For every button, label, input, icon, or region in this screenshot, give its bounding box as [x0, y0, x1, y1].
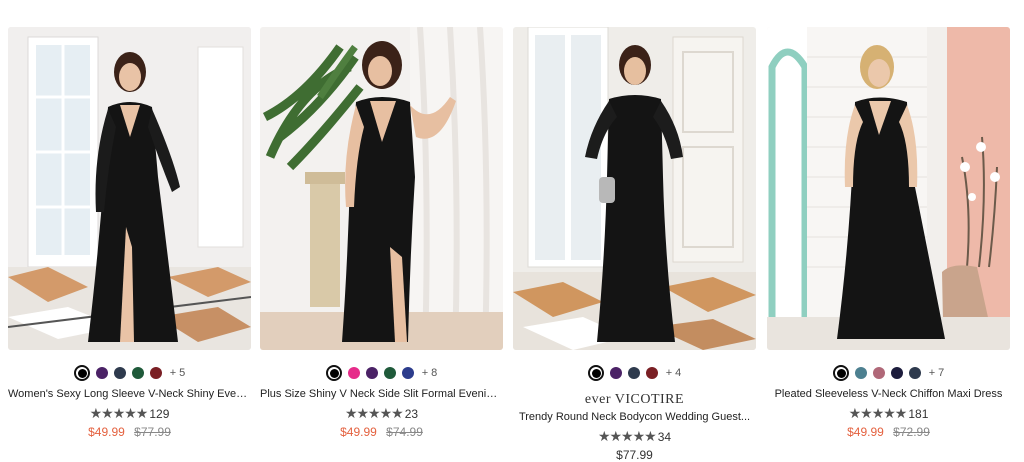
- brand-logo: ever VICOTIRE: [584, 392, 685, 407]
- review-count[interactable]: 129: [149, 407, 169, 421]
- swatch-navy[interactable]: [113, 367, 126, 379]
- swatch-purple[interactable]: [95, 367, 108, 379]
- swatch-dark-navy[interactable]: [890, 367, 903, 379]
- swatch-teal[interactable]: [854, 367, 867, 379]
- swatch-black[interactable]: [325, 365, 342, 381]
- product-rating: ★★★★★ 34: [513, 428, 756, 445]
- swatch-green[interactable]: [383, 367, 396, 379]
- product-rating: ★★★★★ 23: [260, 405, 503, 422]
- original-price: $77.99: [134, 425, 171, 439]
- swatch-burgundy[interactable]: [645, 367, 658, 379]
- review-count[interactable]: 181: [908, 407, 928, 421]
- product-name[interactable]: Women's Sexy Long Sleeve V-Neck Shiny Ev…: [8, 388, 251, 400]
- more-colors-link[interactable]: + 7: [929, 367, 945, 379]
- original-price: $74.99: [386, 425, 423, 439]
- product-card-2[interactable]: + 8 Plus Size Shiny V Neck Side Slit For…: [260, 0, 503, 460]
- product-image[interactable]: [513, 27, 756, 350]
- product-price: $49.99 $77.99: [8, 425, 251, 439]
- product-card-4[interactable]: + 7 Pleated Sleeveless V-Neck Chiffon Ma…: [767, 0, 1010, 460]
- swatch-green[interactable]: [131, 367, 144, 379]
- star-rating-icon: ★★★★★: [89, 405, 149, 421]
- more-colors-link[interactable]: + 8: [422, 367, 438, 379]
- swatch-purple[interactable]: [609, 367, 622, 379]
- swatch-mauve[interactable]: [872, 367, 885, 379]
- product-price: $49.99 $74.99: [260, 425, 503, 439]
- product-price: $49.99 $72.99: [767, 425, 1010, 439]
- color-swatches: + 4: [513, 365, 756, 381]
- product-name[interactable]: Pleated Sleeveless V-Neck Chiffon Maxi D…: [767, 388, 1010, 400]
- swatch-pink[interactable]: [347, 367, 360, 379]
- original-price: $72.99: [893, 425, 930, 439]
- swatch-navy[interactable]: [908, 367, 921, 379]
- swatch-black[interactable]: [587, 365, 604, 381]
- swatch-black[interactable]: [73, 365, 90, 381]
- product-name[interactable]: Trendy Round Neck Bodycon Wedding Guest.…: [513, 411, 756, 423]
- product-card-1[interactable]: + 5 Women's Sexy Long Sleeve V-Neck Shin…: [8, 0, 251, 460]
- product-rating: ★★★★★ 181: [767, 405, 1010, 422]
- more-colors-link[interactable]: + 4: [666, 367, 682, 379]
- swatch-purple[interactable]: [365, 367, 378, 379]
- review-count[interactable]: 34: [658, 430, 671, 444]
- product-name[interactable]: Plus Size Shiny V Neck Side Slit Formal …: [260, 388, 503, 400]
- product-image[interactable]: [260, 27, 503, 350]
- product-image[interactable]: [767, 27, 1010, 350]
- product-image[interactable]: [8, 27, 251, 350]
- color-swatches: + 5: [8, 365, 251, 381]
- star-rating-icon: ★★★★★: [848, 405, 908, 421]
- star-rating-icon: ★★★★★: [597, 428, 657, 444]
- color-swatches: + 8: [260, 365, 503, 381]
- sale-price: $49.99: [847, 425, 884, 439]
- swatch-burgundy[interactable]: [149, 367, 162, 379]
- swatch-black[interactable]: [832, 365, 849, 381]
- swatch-navy[interactable]: [627, 367, 640, 379]
- sale-price: $49.99: [340, 425, 377, 439]
- more-colors-link[interactable]: + 5: [170, 367, 186, 379]
- review-count[interactable]: 23: [405, 407, 418, 421]
- color-swatches: + 7: [767, 365, 1010, 381]
- product-rating: ★★★★★ 129: [8, 405, 251, 422]
- sale-price: $49.99: [88, 425, 125, 439]
- swatch-blue[interactable]: [401, 367, 414, 379]
- product-card-3[interactable]: + 4 ever VICOTIRE Trendy Round Neck Body…: [513, 0, 756, 462]
- star-rating-icon: ★★★★★: [344, 405, 404, 421]
